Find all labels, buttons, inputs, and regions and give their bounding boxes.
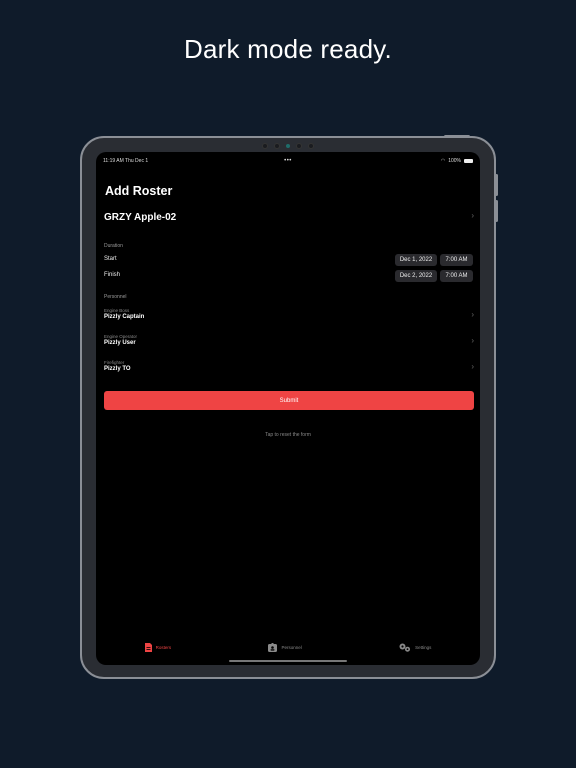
page-title: Add Roster <box>105 184 173 198</box>
personnel-section-label: Personnel <box>104 294 127 300</box>
chevron-right-icon: › <box>471 310 474 319</box>
personnel-name: Pizzly User <box>104 340 136 346</box>
tab-label: Settings <box>415 645 432 650</box>
finish-time-picker[interactable]: 7:00 AM <box>440 270 473 282</box>
tab-label: Personnel <box>281 645 302 650</box>
start-label: Start <box>104 256 117 262</box>
start-date-picker[interactable]: Dec 1, 2022 <box>395 254 437 266</box>
chevron-right-icon: › <box>471 211 474 220</box>
volume-down-button <box>495 200 498 222</box>
multitasking-dots-icon[interactable]: ••• <box>284 158 292 164</box>
sensor-icon <box>274 143 280 149</box>
chevron-right-icon: › <box>471 362 474 371</box>
battery-percent: 100% <box>448 158 461 164</box>
camera-icon <box>286 144 290 148</box>
home-indicator[interactable] <box>229 660 347 662</box>
id-badge-icon <box>268 643 278 652</box>
start-time-picker[interactable]: 7:00 AM <box>440 254 473 266</box>
roster-name: GRZY Apple-02 <box>104 212 177 223</box>
camera-housing <box>262 143 314 149</box>
tab-personnel[interactable]: Personnel <box>268 643 302 652</box>
sensor-icon <box>296 143 302 149</box>
document-icon <box>144 643 152 652</box>
chevron-right-icon: › <box>471 336 474 345</box>
tab-label: Rosters <box>155 645 172 650</box>
personnel-role: Firefighter <box>104 360 125 365</box>
gears-icon <box>399 643 411 652</box>
battery-icon <box>464 159 473 163</box>
volume-up-button <box>495 174 498 196</box>
tab-settings[interactable]: Settings <box>399 643 431 652</box>
personnel-name: Pizzly Captain <box>104 314 145 320</box>
personnel-name: Pizzly TO <box>104 366 131 372</box>
tab-rosters[interactable]: Rosters <box>144 643 172 652</box>
status-bar: 11:19 AM Thu Dec 1 ••• ◠ 100% <box>103 156 473 166</box>
status-time: 11:19 AM Thu Dec 1 <box>103 158 149 164</box>
duration-section-label: Duration <box>104 243 123 249</box>
status-right: ◠ 100% <box>441 158 473 164</box>
wifi-icon: ◠ <box>440 158 446 164</box>
reset-form-link[interactable]: Tap to reset the form <box>96 432 480 438</box>
top-button <box>444 135 470 138</box>
app-screen: 11:19 AM Thu Dec 1 ••• ◠ 100% Add Roster… <box>96 152 480 665</box>
ipad-frame: 11:19 AM Thu Dec 1 ••• ◠ 100% Add Roster… <box>80 135 498 679</box>
personnel-role: Engine Boss <box>104 308 130 313</box>
finish-date-picker[interactable]: Dec 2, 2022 <box>395 270 437 282</box>
sensor-icon <box>308 143 314 149</box>
finish-label: Finish <box>104 272 121 278</box>
sensor-icon <box>262 143 268 149</box>
submit-button[interactable]: Submit <box>104 391 474 410</box>
personnel-role: Engine Operator <box>104 334 138 339</box>
marketing-headline: Dark mode ready. <box>184 34 392 64</box>
